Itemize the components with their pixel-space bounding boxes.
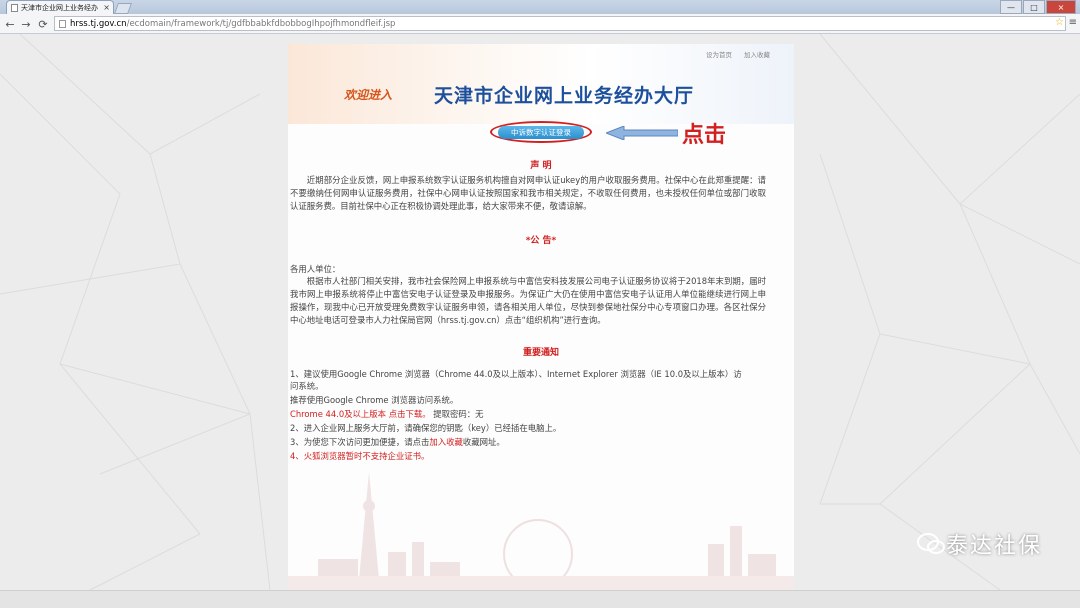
browser-tab[interactable]: 天津市企业网上业务经办 × — [6, 0, 114, 14]
tab-close-icon[interactable]: × — [103, 3, 110, 12]
digital-cert-login-button[interactable]: 中诉数字认证登录 — [490, 121, 592, 143]
watermark-text: 泰达社保 — [945, 534, 1042, 559]
important-notice-heading: 重要通知 — [522, 348, 559, 358]
add-bookmark-link[interactable]: 加入收藏 — [429, 437, 463, 447]
download-line: Chrome 44.0及以上版本 点击下载。 提取密码：无 — [290, 408, 484, 420]
close-window-button[interactable]: × — [1046, 0, 1076, 14]
notice-item-1-recommend: 推荐使用Google Chrome 浏览器访问系统。 — [290, 395, 459, 405]
set-homepage-link[interactable]: 设为首页 — [706, 49, 732, 59]
horizontal-scrollbar[interactable] — [0, 590, 1080, 608]
back-arrow-icon[interactable]: ← — [2, 16, 18, 32]
browser-titlebar: 天津市企业网上业务经办 × — □ × — [0, 0, 1080, 14]
browser-toolbar: ← → ⟳ hrss.tj.gov.cn/ecdomain/framework/… — [0, 14, 1080, 34]
window-controls: — □ × — [999, 0, 1076, 14]
left-arrow-icon — [606, 126, 678, 140]
add-favorite-link[interactable]: 加入收藏 — [744, 49, 770, 59]
menu-icon[interactable]: ≡ — [1069, 17, 1077, 28]
portal-card: 设为首页 加入收藏 欢迎进入 天津市企业网上业务经办大厅 中诉数字认证登录 点击… — [288, 44, 794, 590]
notice-body: 根据市人社部门相关安排，我市社会保险网上申报系统与中富信安科技发展公司电子认证服… — [290, 276, 766, 325]
welcome-text: 欢迎进入 — [344, 88, 393, 102]
tab-title: 天津市企业网上业务经办 — [21, 3, 98, 12]
address-bar[interactable]: hrss.tj.gov.cn/ecdomain/framework/tj/gdf… — [54, 16, 1066, 31]
maximize-button[interactable]: □ — [1023, 0, 1045, 14]
forward-arrow-icon[interactable]: → — [18, 16, 34, 32]
page-viewport: 设为首页 加入收藏 欢迎进入 天津市企业网上业务经办大厅 中诉数字认证登录 点击… — [0, 34, 1080, 590]
notice-heading: *公 告* — [525, 236, 557, 246]
reload-icon[interactable]: ⟳ — [35, 16, 51, 32]
page-icon — [11, 3, 18, 12]
bookmark-star-icon[interactable]: ☆ — [1055, 17, 1064, 28]
login-button-label: 中诉数字认证登录 — [498, 125, 584, 139]
portal-title: 天津市企业网上业务经办大厅 — [434, 85, 695, 107]
item-3-text: 3、为使您下次访问更加便捷，请点击 — [290, 437, 430, 447]
chrome-download-link[interactable]: Chrome 44.0及以上版本 点击下载。 — [290, 409, 431, 419]
notice-salutation: 各用人单位： — [290, 264, 341, 274]
city-skyline-graphic — [288, 472, 794, 590]
extract-code: 提取密码：无 — [430, 409, 484, 419]
statement-body: 近期部分企业反馈，网上申报系统数字认证服务机构擅自对网申认证ukey的用户收取服… — [290, 175, 766, 211]
notice-item-3: 3、为使您下次访问更加便捷，请点击加入收藏收藏网址。 — [290, 436, 505, 448]
statement-heading: 声 明 — [530, 161, 552, 171]
item-3-text-end: 收藏网址。 — [462, 437, 505, 447]
notice-item-2: 2、进入企业网上服务大厅前，请确保您的钥匙（key）已经插在电脑上。 — [290, 423, 562, 433]
notice-item-1-cont: 问系统。 — [290, 381, 324, 391]
url-path: /ecdomain/framework/tj/gdfbbabkfdbobbogI… — [126, 18, 396, 29]
minimize-button[interactable]: — — [1000, 0, 1022, 14]
notice-item-1: 1、建议使用Google Chrome 浏览器（Chrome 44.0及以上版本… — [290, 369, 742, 379]
new-tab-button[interactable] — [113, 3, 133, 14]
page-icon — [59, 19, 66, 28]
wechat-watermark: 泰达社保 — [916, 528, 1042, 560]
notice-item-4: 4、火狐浏览器暂时不支持企业证书。 — [290, 451, 430, 461]
click-annotation: 点击 — [682, 123, 727, 148]
url-host: hrss.tj.gov.cn — [70, 18, 127, 29]
wechat-icon — [916, 533, 945, 554]
